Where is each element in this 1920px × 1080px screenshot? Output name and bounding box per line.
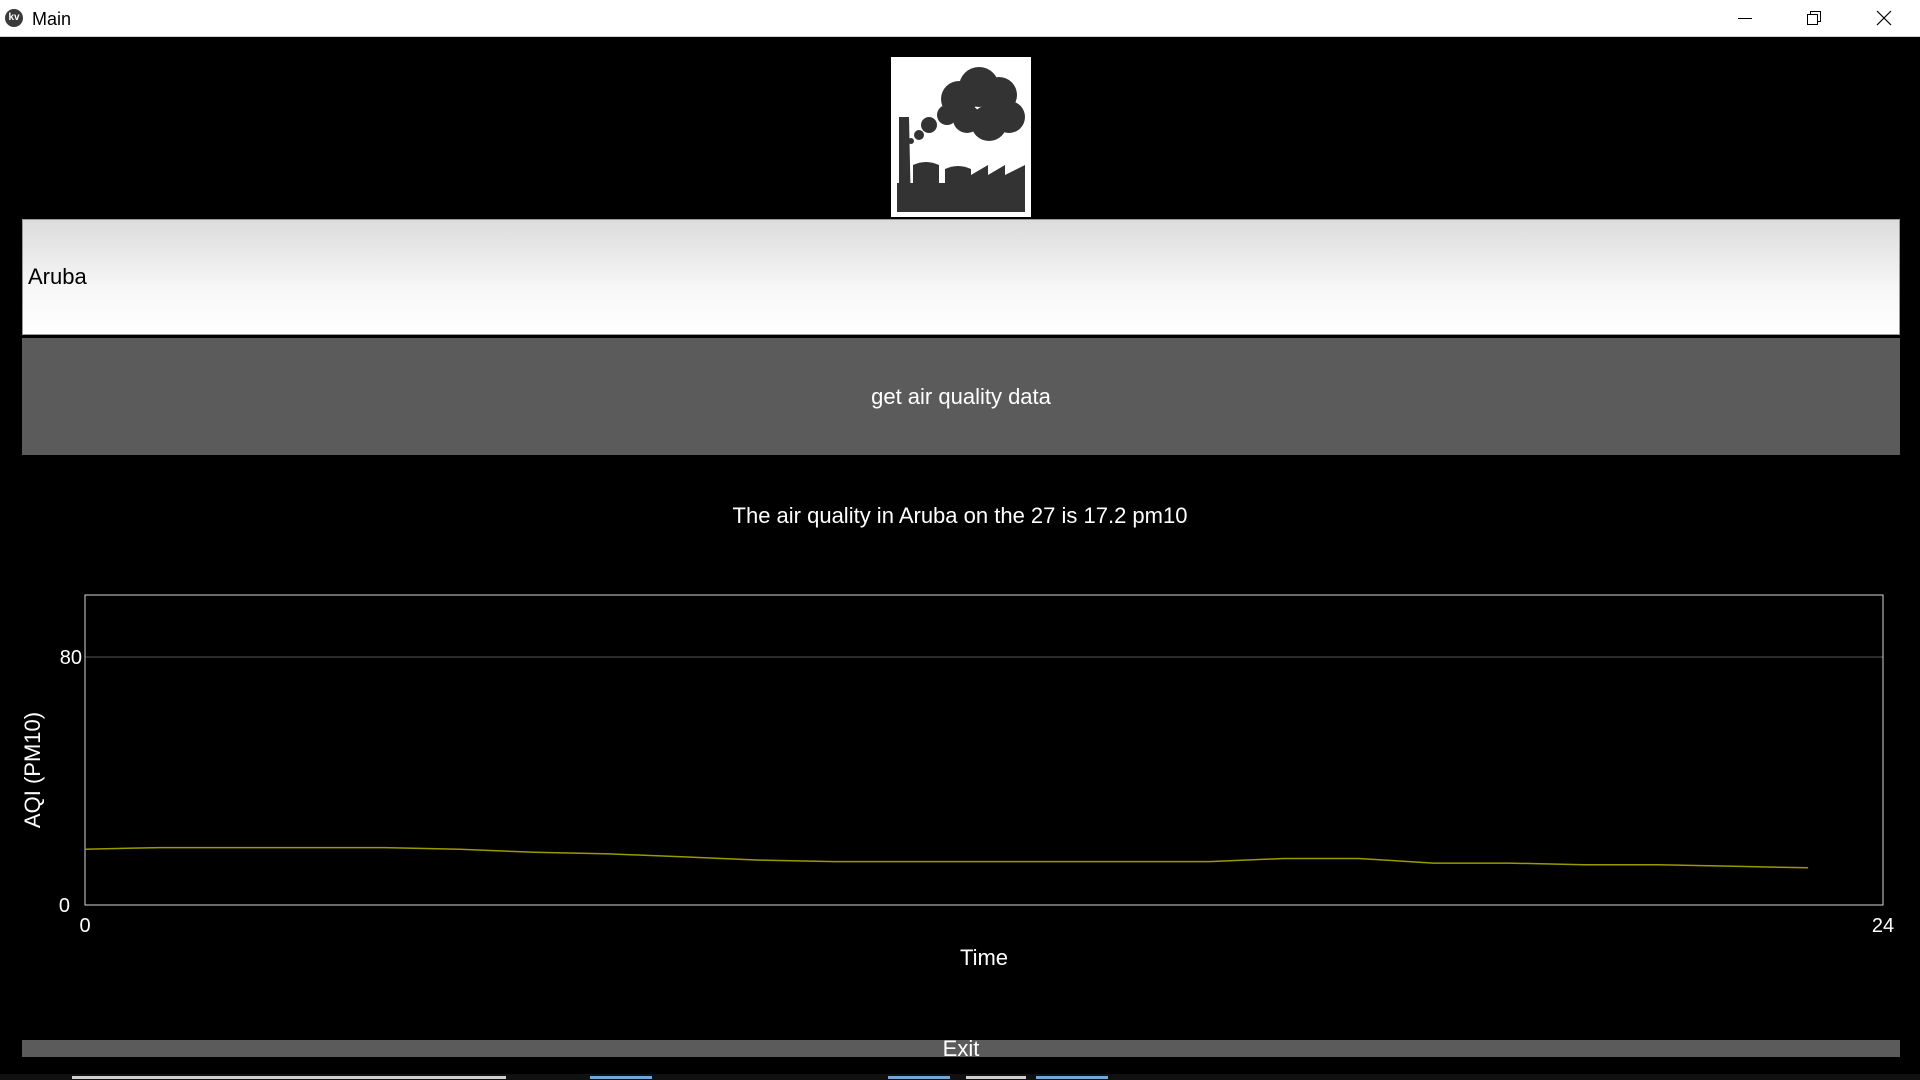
close-icon — [1876, 10, 1892, 26]
app-icon: kv — [5, 9, 23, 27]
taskbar-strip — [0, 1074, 1920, 1080]
x-tick-label: 24 — [1872, 915, 1894, 937]
minimize-button[interactable] — [1711, 0, 1779, 36]
window-title: Main — [32, 9, 72, 29]
close-button[interactable] — [1850, 0, 1918, 36]
factory-logo — [891, 57, 1031, 217]
taskbar-item — [966, 1076, 1026, 1079]
title-bar: kv Main — [0, 0, 1920, 37]
series-line — [84, 846, 1809, 869]
y-axis-label: AQI (PM10) — [20, 712, 45, 828]
factory-icon — [897, 67, 1025, 212]
taskbar-item — [1036, 1076, 1108, 1079]
y-tick-label: 0 — [59, 895, 70, 917]
restore-button[interactable] — [1780, 0, 1848, 36]
restore-icon — [1807, 11, 1821, 25]
plot-frame — [84, 594, 1884, 906]
y-tick-label: 80 — [60, 647, 82, 669]
aqi-chart: 80 0 0 24 Time AQI (PM10) — [20, 594, 1894, 970]
city-input[interactable] — [22, 219, 1900, 335]
taskbar-item — [590, 1076, 652, 1079]
get-air-quality-button[interactable]: get air quality data — [22, 338, 1900, 455]
result-text: The air quality in Aruba on the 27 is 17… — [732, 503, 1188, 528]
x-tick-label: 0 — [79, 915, 90, 937]
taskbar-item — [888, 1076, 950, 1079]
minimize-icon — [1738, 18, 1752, 19]
exit-button[interactable]: Exit — [22, 1038, 1900, 1060]
taskbar-item — [72, 1076, 506, 1079]
x-axis-label: Time — [960, 945, 1008, 970]
